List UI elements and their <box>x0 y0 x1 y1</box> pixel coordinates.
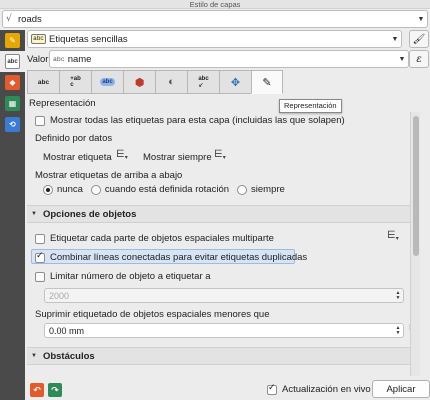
tab-buffer[interactable]: abc <box>91 70 123 94</box>
upside-down-label: Mostrar etiquetas de arriba a abajo <box>35 170 183 181</box>
limit-features-checkbox[interactable] <box>35 271 45 282</box>
section-title: Representación <box>29 98 96 109</box>
label-mode-select[interactable]: abc Etiquetas sencillas ▼ <box>27 30 402 48</box>
label-every-part-label: Etiquetar cada parte de objetos espacial… <box>50 233 274 244</box>
value-field-select[interactable]: abc name ▼ <box>49 50 409 68</box>
always-show-label: Mostrar siempre <box>143 152 212 163</box>
suppress-size-spinbox[interactable]: 0.00 mm ▲ ▼ <box>44 323 404 338</box>
label-every-part-row[interactable]: Etiquetar cada parte de objetos espacial… <box>35 233 274 244</box>
tab-placement[interactable]: ✥ <box>219 70 251 94</box>
paint-bucket-icon: 🖌 <box>412 33 426 45</box>
radio-always-label: siempre <box>251 184 285 195</box>
upside-down-options: nunca cuando está definida rotación siem… <box>43 184 289 195</box>
data-defined-icon: ⋿ <box>214 149 223 160</box>
collapse-triangle-icon: ▼ <box>31 211 37 217</box>
sidebar-item-labels[interactable]: abc <box>0 51 25 72</box>
tab-text[interactable]: abc <box>27 70 59 94</box>
suppress-size-value: 0.00 mm <box>49 325 85 336</box>
value-label: Valor <box>27 53 49 65</box>
merge-lines-row[interactable]: Combinar líneas conectadas para evitar e… <box>35 251 308 263</box>
radio-never-label: nunca <box>57 184 83 195</box>
symbology-icon: ✎ <box>5 33 20 48</box>
paint-style-button[interactable]: 🖌 <box>409 30 429 48</box>
diagrams-icon: ▦ <box>5 96 20 111</box>
live-update-checkbox[interactable] <box>267 383 277 395</box>
sidebar-item-diagrams[interactable]: ▦ <box>0 93 25 114</box>
tab-shadow[interactable]: ◐ <box>155 70 187 94</box>
limit-features-row[interactable]: Limitar número de objeto a etiquetar a <box>35 271 211 282</box>
show-all-labels-label: Mostrar todas las etiquetas para esta ca… <box>50 115 345 126</box>
window-title: Estilo de capas <box>0 0 430 9</box>
label-every-part-data-defined-button[interactable]: ⋿ <box>387 230 399 241</box>
layer-selector[interactable]: √ roads ▼ <box>2 10 428 28</box>
footer-bar: Actualización en vivo Aplicar <box>27 380 430 400</box>
radio-when-rotation[interactable] <box>90 184 101 195</box>
label-mode-icon: abc <box>31 34 46 44</box>
rendering-icon: ⟲ <box>5 117 20 132</box>
sidebar-item-3d[interactable]: ◆ <box>0 72 25 93</box>
limit-features-value: 2000 <box>49 290 70 301</box>
suppress-label: Suprimir etiquetado de objetos espaciale… <box>35 309 270 320</box>
label-every-part-checkbox[interactable] <box>35 233 45 244</box>
limit-features-spinbox[interactable]: 2000 ▲ ▼ <box>44 288 404 303</box>
live-update-row[interactable]: Actualización en vivo <box>267 383 371 395</box>
obstacles-title: Obstáculos <box>42 350 95 362</box>
expression-button[interactable]: ε <box>409 50 429 68</box>
always-show-data-defined-button[interactable]: ⋿ <box>214 149 226 160</box>
formatting-icon: +ab c <box>70 76 81 88</box>
feature-options-group[interactable]: ▼ Opciones de objetos <box>27 205 420 223</box>
chevron-down-icon: ▼ <box>398 55 406 63</box>
chevron-down-icon: ▼ <box>391 35 399 43</box>
panel-scrollbar[interactable] <box>410 112 420 376</box>
tab-formatting[interactable]: +ab c <box>59 70 91 94</box>
radio-never[interactable] <box>43 184 53 195</box>
callouts-icon: abc ↙ <box>198 75 209 89</box>
apply-button[interactable]: Aplicar <box>372 380 430 398</box>
merge-lines-label: Combinar líneas conectadas para evitar e… <box>50 252 308 263</box>
chevron-down-icon: ▼ <box>417 15 425 23</box>
data-defined-icon: ⋿ <box>116 149 125 160</box>
spinner-arrows-icon: ▲ ▼ <box>395 324 401 336</box>
labels-icon: abc <box>5 54 20 69</box>
merge-lines-checkbox[interactable] <box>35 251 45 263</box>
3d-view-icon: ◆ <box>5 75 20 90</box>
live-update-label: Actualización en vivo <box>282 384 371 395</box>
rendering-panel: Mostrar todas las etiquetas para esta ca… <box>27 112 420 376</box>
label-mode-value: Etiquetas sencillas <box>49 33 128 45</box>
collapse-triangle-icon: ▼ <box>31 353 37 359</box>
tab-rendering[interactable]: ✎ <box>251 70 283 94</box>
data-defined-label: Definido por datos <box>35 133 113 144</box>
layer-selector-value: roads <box>18 13 42 25</box>
spinner-arrows-icon: ▲ ▼ <box>395 289 401 301</box>
radio-always[interactable] <box>237 184 248 195</box>
tab-callouts[interactable]: abc ↙ <box>187 70 219 94</box>
tab-background[interactable]: ⬢ <box>123 70 155 94</box>
background-icon: ⬢ <box>134 76 145 89</box>
radio-when-rotation-label: cuando está definida rotación <box>104 184 230 195</box>
tab-tooltip: Representación <box>279 99 342 113</box>
scrollbar-thumb[interactable] <box>413 116 419 256</box>
sidebar-item-rendering[interactable]: ⟲ <box>0 114 25 135</box>
placement-icon: ✥ <box>230 76 241 89</box>
show-label-data-defined-button[interactable]: ⋿ <box>116 149 128 160</box>
limit-features-label: Limitar número de objeto a etiquetar a <box>50 271 211 282</box>
value-field-value: name <box>67 53 92 65</box>
show-all-labels-row[interactable]: Mostrar todas las etiquetas para esta ca… <box>35 115 345 126</box>
label-settings-tabs: abc +ab c abc ⬢ ◐ abc ↙ ✥ ✎ <box>27 70 283 94</box>
feature-options-title: Opciones de objetos <box>42 208 137 220</box>
field-type-badge: abc <box>53 55 65 63</box>
epsilon-icon: ε <box>416 53 422 65</box>
text-icon: abc <box>37 78 50 86</box>
brush-icon: ✎ <box>262 76 272 89</box>
obstacles-group[interactable]: ▼ Obstáculos <box>27 347 420 365</box>
line-layer-icon: √ <box>6 14 12 24</box>
style-sidebar: ✎ abc ◆ ▦ ⟲ <box>0 30 25 400</box>
sidebar-item-symbology[interactable]: ✎ <box>0 30 25 51</box>
buffer-icon: abc <box>100 78 115 86</box>
show-all-labels-checkbox[interactable] <box>35 115 45 126</box>
shadow-icon: ◐ <box>168 76 175 88</box>
data-defined-icon: ⋿ <box>387 230 396 241</box>
show-label-label: Mostrar etiqueta <box>43 152 112 163</box>
